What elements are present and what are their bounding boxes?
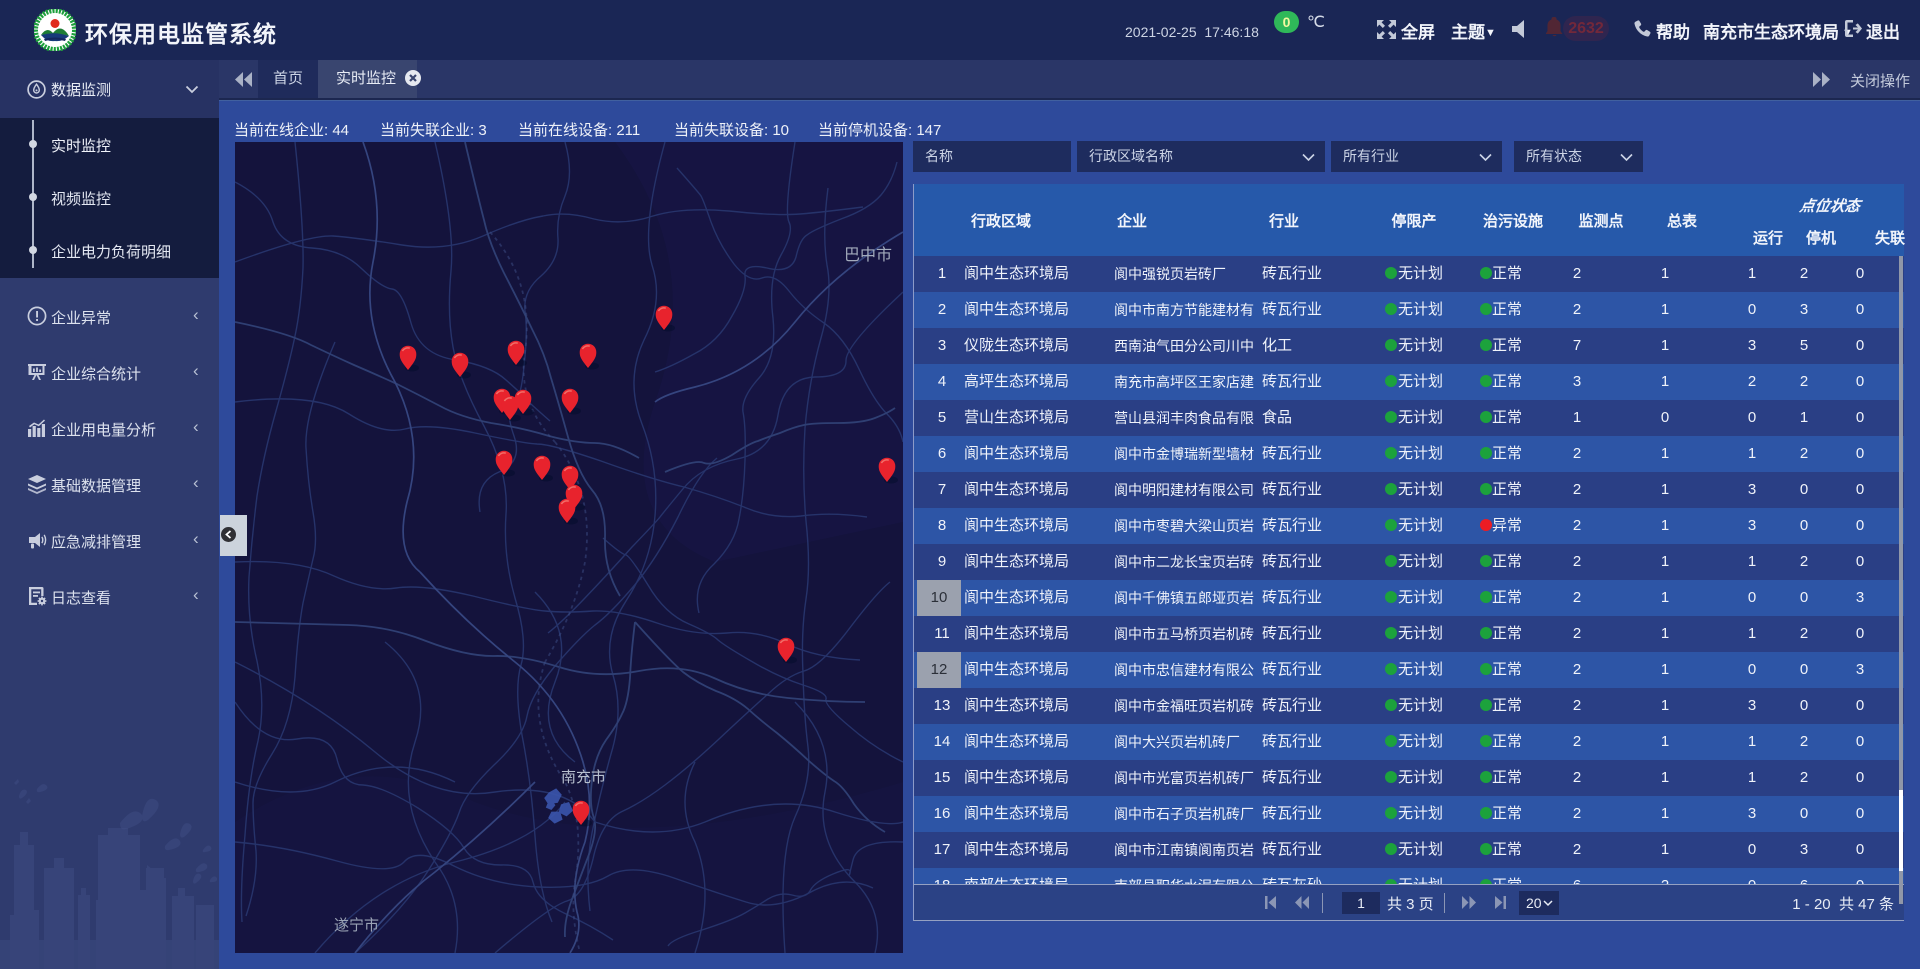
svg-text:南充市: 南充市: [561, 769, 606, 786]
svg-text:遂宁市: 遂宁市: [334, 917, 379, 934]
svg-text:巴中市: 巴中市: [844, 246, 892, 264]
